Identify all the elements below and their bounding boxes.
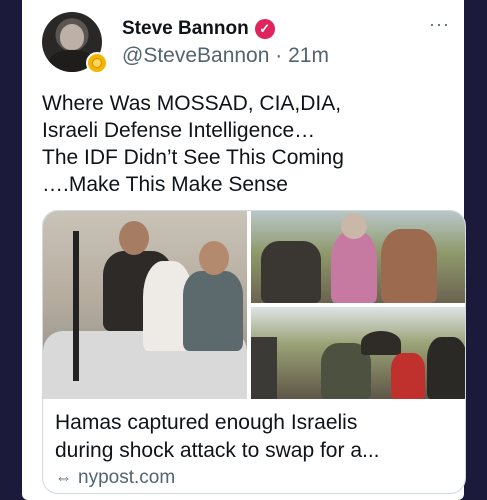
tweet-text-line: The IDF Didn’t See This Coming <box>42 146 344 169</box>
link-title-line: Hamas captured enough Israelis <box>55 411 358 434</box>
photo-golf-cart <box>43 211 247 399</box>
handle-and-time[interactable]: @SteveBannon · 21m <box>122 44 329 68</box>
photo-hostage-woman <box>251 211 465 303</box>
author-name-row[interactable]: Steve Bannon ✓ <box>122 18 275 40</box>
link-card-title[interactable]: Hamas captured enough Israelis during sh… <box>55 409 459 465</box>
link-icon: ⇔ <box>55 468 72 487</box>
link-card[interactable]: Hamas captured enough Israelis during sh… <box>42 210 466 494</box>
link-title-line: during shock attack to swap for a... <box>55 439 380 462</box>
link-domain-text: nypost.com <box>78 467 176 488</box>
tweet-text-line: Where Was MOSSAD, CIA,DIA, <box>42 92 342 115</box>
more-options-icon[interactable]: ··· <box>429 14 450 35</box>
avatar-face <box>60 24 84 50</box>
author-name[interactable]: Steve Bannon <box>122 18 249 40</box>
tweet-text-line: Israeli Defense Intelligence… <box>42 119 316 142</box>
affiliate-badge-icon <box>86 52 108 74</box>
photo-crowd <box>251 307 465 399</box>
tweet-header: Steve Bannon ✓ @SteveBannon · 21m ··· <box>22 0 464 80</box>
verified-icon: ✓ <box>254 19 275 39</box>
tweet-text: Where Was MOSSAD, CIA,DIA, Israeli Defen… <box>42 90 452 198</box>
tweet-text-line: ….Make This Make Sense <box>42 173 288 196</box>
link-card-image[interactable] <box>43 211 465 399</box>
link-card-domain[interactable]: ⇔ nypost.com <box>55 467 175 489</box>
tweet-card: Steve Bannon ✓ @SteveBannon · 21m ··· Wh… <box>22 0 466 500</box>
